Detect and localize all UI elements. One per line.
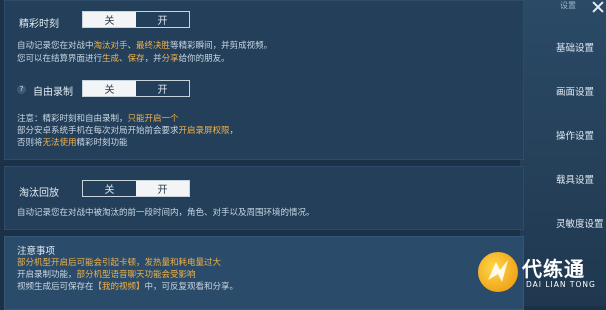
notes-line3: 视频生成后可保存在【我的视频】中，可反复观看和分享。 bbox=[17, 282, 239, 292]
highlight-desc-line1: 自动记录您在对战中淘汰对手、最终决胜等精彩瞬间，并剪成视频。 bbox=[17, 41, 273, 51]
free-record-note-line2: 部分安卓系统手机在每次对局开始前会要求开启录屏权限， bbox=[17, 126, 239, 136]
elimination-replay-desc: 自动记录您在对战中被淘汰的前一段时间内，角色、对手以及周围环境的情况。 bbox=[17, 208, 315, 218]
toggle-on-option[interactable]: 开 bbox=[136, 81, 189, 96]
recording-settings-panel: 精彩时刻 关 开 自动记录您在对战中淘汰对手、最终决胜等精彩瞬间，并剪成视频。 … bbox=[4, 0, 524, 160]
settings-header: 设置 bbox=[560, 1, 576, 10]
watermark-logo: 代练通 DAI LIAN TONG bbox=[478, 244, 606, 306]
logo-emblem-icon bbox=[478, 252, 518, 292]
elimination-replay-toggle[interactable]: 关 开 bbox=[82, 180, 190, 197]
elimination-replay-title: 淘汰回放 bbox=[19, 188, 59, 199]
sidebar-item-sensitivity[interactable]: 灵敏度设置 bbox=[556, 216, 606, 230]
free-record-title: 自由录制 bbox=[33, 87, 73, 98]
free-record-note-line3: 否则将无法使用精彩时刻功能 bbox=[17, 138, 128, 148]
highlight-moments-toggle[interactable]: 关 开 bbox=[82, 11, 190, 28]
sidebar-item-controls[interactable]: 操作设置 bbox=[556, 128, 606, 142]
logo-text-en: DAI LIAN TONG bbox=[526, 280, 596, 289]
toggle-off-option[interactable]: 关 bbox=[83, 81, 136, 96]
notes-line2: 开启录制功能，部分机型语音聊天功能会受影响 bbox=[17, 270, 196, 280]
close-icon[interactable] bbox=[588, 0, 606, 16]
elimination-replay-panel: 淘汰回放 关 开 自动记录您在对战中被淘汰的前一段时间内，角色、对手以及周围环境… bbox=[4, 166, 524, 230]
toggle-on-option[interactable]: 开 bbox=[136, 12, 189, 27]
notes-line1: 部分机型开启后可能会引起卡顿，发热量和耗电量过大 bbox=[17, 258, 222, 268]
highlight-moments-title: 精彩时刻 bbox=[19, 19, 59, 30]
sidebar-item-vehicle[interactable]: 载具设置 bbox=[556, 172, 606, 186]
free-record-toggle[interactable]: 关 开 bbox=[82, 80, 190, 97]
toggle-off-option[interactable]: 关 bbox=[83, 181, 136, 196]
notes-panel: 注意事项 部分机型开启后可能会引起卡顿，发热量和耗电量过大 开启录制功能，部分机… bbox=[4, 236, 524, 310]
highlight-desc-line2: 您可以在结算界面进行生成、保存，并分享给你的朋友。 bbox=[17, 54, 230, 64]
toggle-on-option[interactable]: 开 bbox=[136, 181, 189, 196]
sidebar-item-graphics[interactable]: 画面设置 bbox=[556, 84, 606, 98]
sidebar-item-basic[interactable]: 基础设置 bbox=[556, 40, 606, 54]
free-record-note-line1: 注意：精彩时刻和自由录制，只能开启一个 bbox=[17, 114, 179, 124]
notes-title: 注意事项 bbox=[17, 246, 56, 257]
help-icon[interactable]: ? bbox=[17, 85, 26, 94]
logo-text-cn: 代练通 bbox=[522, 257, 585, 281]
toggle-off-option[interactable]: 关 bbox=[83, 12, 136, 27]
